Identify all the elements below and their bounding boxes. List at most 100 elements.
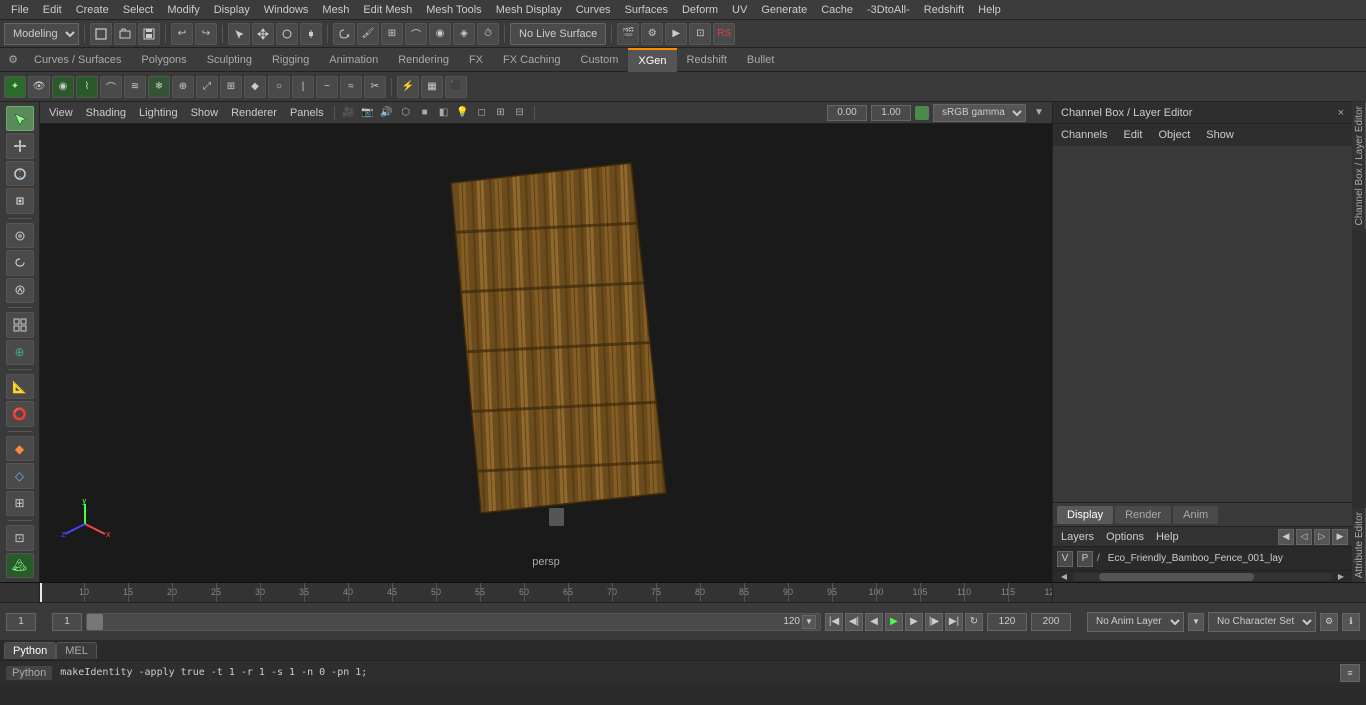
mode-dropdown[interactable]: Modeling (4, 23, 79, 45)
settings-gear-icon[interactable]: ⚙ (2, 49, 24, 71)
timeline-ruler[interactable]: 5101520253035404550556065707580859095100… (40, 583, 1052, 603)
menu-windows[interactable]: Windows (257, 2, 316, 18)
xgen-snap-btn[interactable]: ⊕ (172, 76, 194, 98)
channels-tab[interactable]: Channels (1057, 127, 1111, 143)
menu-edit-mesh[interactable]: Edit Mesh (356, 2, 419, 18)
select-tool-btn[interactable] (228, 23, 250, 45)
set-key-tool[interactable]: ◆ (6, 436, 34, 461)
prev-frame-btn[interactable]: ◀| (845, 613, 863, 631)
lasso-btn[interactable] (333, 23, 355, 45)
prev-btn[interactable]: ◀ (865, 613, 883, 631)
scroll-thumb[interactable] (1099, 573, 1254, 581)
menu-modify[interactable]: Modify (160, 2, 206, 18)
cb-object-tab[interactable]: Object (1154, 127, 1194, 143)
tab-rigging[interactable]: Rigging (262, 48, 319, 72)
camera-value-input[interactable] (827, 105, 867, 121)
scale-tool-btn[interactable] (300, 23, 322, 45)
character-set-settings-icon[interactable]: ⚙ (1320, 613, 1338, 631)
light-icon[interactable]: 💡 (454, 104, 472, 122)
texture-icon[interactable]: ◧ (435, 104, 453, 122)
layers-help[interactable]: Help (1152, 529, 1183, 545)
paint-sel-tool[interactable] (6, 278, 34, 303)
tab-bullet[interactable]: Bullet (737, 48, 785, 72)
menu-curves[interactable]: Curves (569, 2, 618, 18)
color-swatch[interactable] (915, 106, 929, 120)
character-set-info-icon[interactable]: ℹ (1342, 613, 1360, 631)
xgen-create-btn[interactable]: ✦ (4, 76, 26, 98)
anim-tab[interactable]: Anim (1173, 506, 1218, 524)
layers-options[interactable]: Options (1102, 529, 1148, 545)
new-scene-btn[interactable] (90, 23, 112, 45)
scroll-track[interactable] (1073, 573, 1332, 581)
play-btn[interactable]: ▶ (885, 613, 903, 631)
lattice-tool[interactable]: ⊡ (6, 525, 34, 550)
layer-icon[interactable]: / (1097, 553, 1100, 564)
soft-select-tool[interactable] (6, 223, 34, 248)
display-tab[interactable]: Display (1057, 506, 1113, 524)
frame-range-slider[interactable]: 120 ▼ (86, 613, 821, 631)
menu-edit[interactable]: Edit (36, 2, 69, 18)
xgen-grab-btn[interactable]: ◆ (244, 76, 266, 98)
tab-fx-caching[interactable]: FX Caching (493, 48, 570, 72)
redshift-btn[interactable]: RS (713, 23, 735, 45)
layer-playback-btn[interactable]: P (1077, 551, 1093, 567)
snap-grid-tool[interactable] (6, 312, 34, 337)
layer-prev-btn[interactable]: ◁ (1296, 529, 1312, 545)
scale-value-input[interactable] (871, 105, 911, 121)
xgen-place-btn[interactable]: ⊞ (220, 76, 242, 98)
quick-sel-tool[interactable]: ⭕ (6, 401, 34, 426)
tab-sculpting[interactable]: Sculpting (197, 48, 262, 72)
channel-box-close-btn[interactable]: × (1338, 107, 1344, 119)
menu-select[interactable]: Select (116, 2, 161, 18)
menu-help[interactable]: Help (971, 2, 1008, 18)
xgen-spline-btn[interactable]: ⌇ (76, 76, 98, 98)
layer-new-btn[interactable]: ◀ (1278, 529, 1294, 545)
cb-edit-tab[interactable]: Edit (1119, 127, 1146, 143)
mic-icon[interactable]: 🔊 (378, 104, 396, 122)
attribute-editor-sidebar-label[interactable]: Attribute Editor (1352, 508, 1366, 582)
ipr-btn[interactable]: ▶ (665, 23, 687, 45)
menu-generate[interactable]: Generate (754, 2, 814, 18)
current-frame-left-input[interactable] (6, 613, 36, 631)
render-settings-btn[interactable]: ⚙ (641, 23, 663, 45)
channel-box-sidebar-label[interactable]: Channel Box / Layer Editor (1352, 102, 1366, 230)
lasso-tool[interactable] (6, 250, 34, 275)
tab-curves-surfaces[interactable]: Curves / Surfaces (24, 48, 131, 72)
render-tab[interactable]: Render (1115, 506, 1171, 524)
menu-cache[interactable]: Cache (814, 2, 860, 18)
character-set-dropdown[interactable]: No Character Set (1208, 612, 1316, 632)
xgen-region-btn[interactable]: ▦ (421, 76, 443, 98)
xgen-attr-btn[interactable]: ⚡ (397, 76, 419, 98)
tab-redshift[interactable]: Redshift (677, 48, 737, 72)
next-frame-btn[interactable]: |▶ (925, 613, 943, 631)
save-btn[interactable] (138, 23, 160, 45)
mel-toggle-icon[interactable]: ≡ (1340, 664, 1360, 682)
menu-redshift[interactable]: Redshift (917, 2, 971, 18)
python-tab[interactable]: Python (4, 642, 56, 659)
tab-custom[interactable]: Custom (571, 48, 629, 72)
jump-start-btn[interactable]: |◀ (825, 613, 843, 631)
color-space-arrow-icon[interactable]: ▼ (1030, 104, 1048, 122)
xgen-view-btn[interactable]: 👁 (28, 76, 50, 98)
scale-tool[interactable] (6, 188, 34, 213)
xgen-density-btn[interactable]: ⬛ (445, 76, 467, 98)
sculpt-tool[interactable]: 🏔 (6, 553, 34, 578)
breakdown-key-tool[interactable]: ◇ (6, 463, 34, 488)
color-space-dropdown[interactable]: sRGB gamma (933, 104, 1026, 122)
smooth-icon[interactable]: ■ (416, 104, 434, 122)
cam2-icon[interactable]: 📷 (359, 104, 377, 122)
cam-icon[interactable]: 🎥 (340, 104, 358, 122)
mel-tab[interactable]: MEL (56, 642, 97, 659)
menu-3dtool[interactable]: -3DtoAll- (860, 2, 917, 18)
loop-btn[interactable]: ↻ (965, 613, 983, 631)
menu-mesh[interactable]: Mesh (315, 2, 356, 18)
redo-btn[interactable]: ↪ (195, 23, 217, 45)
rotate-tool-btn[interactable] (276, 23, 298, 45)
menu-display[interactable]: Display (207, 2, 257, 18)
snap-curve-btn[interactable]: ⌒ (405, 23, 427, 45)
playback-max-input[interactable] (1031, 613, 1071, 631)
frame-end-btn[interactable]: ▼ (802, 615, 816, 629)
paint-sel-btn[interactable]: 🖌 (357, 23, 379, 45)
anim-layer-dropdown[interactable]: No Anim Layer (1087, 612, 1184, 632)
snap-grid-btn[interactable]: ⊞ (381, 23, 403, 45)
